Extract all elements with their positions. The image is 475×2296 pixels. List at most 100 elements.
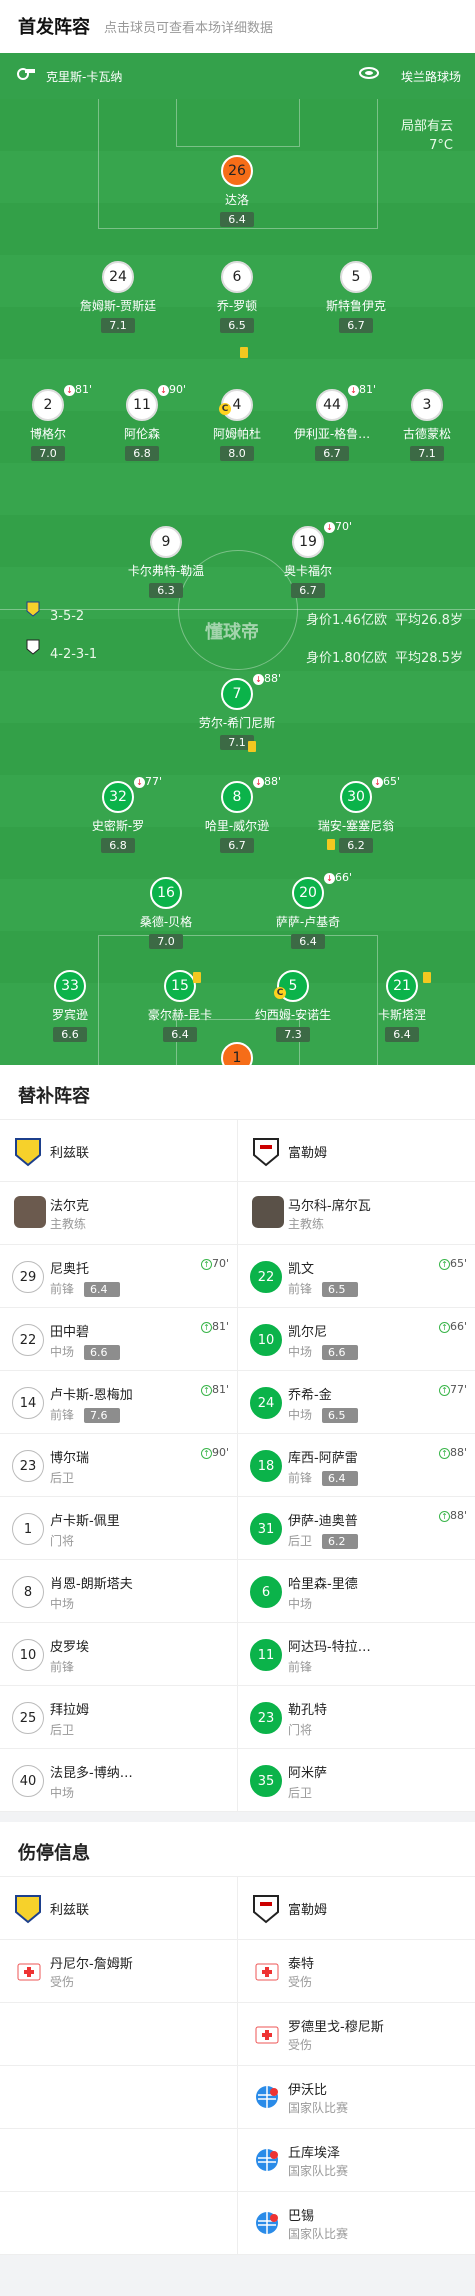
- player-1[interactable]: 1莱诺6.8: [187, 1042, 287, 1065]
- sub-in-icon: ↑: [438, 1510, 450, 1522]
- player-rating: 7.0: [149, 934, 183, 949]
- sub-in-marker: ↑ 88': [438, 1446, 467, 1459]
- player-8[interactable]: 8 哈里-威尔逊 6.7 ↓ 88': [187, 775, 287, 853]
- player-5[interactable]: 5 约西姆-安诺生 7.3: [243, 970, 343, 1042]
- jersey-number: 6: [221, 261, 253, 293]
- player-rating: 6.7: [339, 318, 373, 333]
- sub-player-away[interactable]: 18 库西-阿萨雷 前锋 6.4 ↑ 88': [237, 1434, 475, 1496]
- player-24[interactable]: 24 詹姆斯-贾斯廷 7.1: [68, 261, 168, 333]
- player-rating: 6.4: [291, 934, 325, 949]
- player-5[interactable]: 5 斯特鲁伊克 6.7: [306, 261, 406, 333]
- player-3[interactable]: 3 古德蒙松 7.1: [377, 389, 475, 461]
- away-value: 身价1.80亿欧: [306, 651, 387, 666]
- jersey-number: 23: [250, 1702, 282, 1734]
- player-name: 卡尔弗特-勒温: [127, 564, 205, 578]
- jersey-number: 11: [250, 1639, 282, 1671]
- player-position: 中场: [50, 1345, 75, 1359]
- sub-player-home[interactable]: 10 皮罗埃 前锋: [0, 1623, 237, 1685]
- player-name: 阿米萨: [288, 1766, 328, 1781]
- player-rating: 6.2: [322, 1534, 359, 1549]
- empty-cell: [0, 2066, 237, 2128]
- player-44[interactable]: 44 伊利亚-格鲁… 6.7 ↓ 81': [282, 383, 382, 461]
- player-20[interactable]: 20 萨萨-卢基奇 6.4 ↓ 66': [258, 871, 358, 949]
- player-name: 古德蒙松: [402, 427, 451, 441]
- player-33[interactable]: 33 罗宾逊 6.6: [20, 970, 120, 1042]
- away-coach[interactable]: 马尔科-席尔瓦 主教练: [237, 1182, 475, 1244]
- sub-player-away[interactable]: 22 凯文 前锋 6.5 ↑ 65': [237, 1245, 475, 1307]
- sub-out-icon: ↓: [324, 521, 335, 533]
- sub-player-home[interactable]: 22 田中碧 中场 6.6 ↑ 81': [0, 1308, 237, 1370]
- player-6[interactable]: 6 乔-罗顿 6.5: [187, 261, 287, 333]
- sub-player-away[interactable]: 11 阿达玛-特拉… 前锋: [237, 1623, 475, 1685]
- player-rating: 6.4: [220, 212, 254, 227]
- sub-player-away[interactable]: 10 凯尔尼 中场 6.6 ↑ 66': [237, 1308, 475, 1370]
- sub-off-marker: ↓ 88': [253, 775, 281, 788]
- player-15[interactable]: 15 豪尔赫-昆卡 6.4: [130, 970, 230, 1042]
- player-26[interactable]: 26 达洛 6.4: [187, 155, 287, 227]
- injured-player[interactable]: 丹尼尔-詹姆斯 受伤: [0, 1940, 237, 2002]
- injured-player[interactable]: 丘库埃泽 国家队比赛: [237, 2129, 475, 2191]
- injured-player[interactable]: 伊沃比 国家队比赛: [237, 2066, 475, 2128]
- player-name: 萨萨-卢基奇: [275, 915, 341, 929]
- avatar: [252, 1196, 284, 1228]
- player-name: 劳尔-希门尼斯: [198, 716, 276, 730]
- sub-minute: 88': [449, 1509, 467, 1522]
- injured-player[interactable]: 泰特 受伤: [237, 1940, 475, 2002]
- player-16[interactable]: 16 桑德-贝格 7.0: [116, 877, 216, 949]
- player-4[interactable]: 4 阿姆帕杜 8.0: [187, 389, 287, 461]
- sub-player-home[interactable]: 1 卢卡斯-佩里 门将: [0, 1497, 237, 1559]
- jersey-number: 33: [54, 970, 86, 1002]
- sub-player-home[interactable]: 14 卢卡斯-恩梅加 前锋 7.6 ↑ 81': [0, 1371, 237, 1433]
- player-name: 巴锡: [288, 2209, 315, 2224]
- sub-in-marker: ↑ 77': [438, 1383, 467, 1396]
- coach-role: 主教练: [288, 1217, 325, 1231]
- player-position: 前锋: [50, 1282, 75, 1296]
- player-9[interactable]: 9 卡尔弗特-勒温 6.3: [116, 526, 216, 598]
- pitch: 懂球帝 克里斯-卡瓦纳 埃兰路球场 局部有云 7°C 3-5-2 身价1.46亿…: [0, 53, 475, 1065]
- player-11[interactable]: 11 阿伦森 6.8 ↓ 90': [92, 383, 192, 461]
- sub-player-home[interactable]: 8 肖恩-朗斯塔夫 中场: [0, 1560, 237, 1622]
- sub-player-home[interactable]: 23 博尔瑞 后卫 ↑ 90': [0, 1434, 237, 1496]
- sub-player-away[interactable]: 35 阿米萨 后卫: [237, 1749, 475, 1811]
- sub-minute: 90': [169, 383, 187, 396]
- jersey-number: 23: [12, 1450, 44, 1482]
- player-position: 后卫: [288, 1786, 313, 1800]
- injured-player[interactable]: 罗德里戈-穆尼斯 受伤: [237, 2003, 475, 2065]
- sub-minute: 81': [359, 383, 377, 396]
- sub-player-away[interactable]: 31 伊萨-迪奥普 后卫 6.2 ↑ 88': [237, 1497, 475, 1559]
- away-team-name: 富勒姆: [288, 1146, 328, 1161]
- player-21[interactable]: 21 卡斯塔涅 6.4: [352, 970, 452, 1042]
- sub-out-icon: ↓: [324, 872, 335, 884]
- sub-player-away[interactable]: 24 乔希-金 中场 6.5 ↑ 77': [237, 1371, 475, 1433]
- sub-in-icon: ↑: [200, 1384, 212, 1396]
- sub-player-away[interactable]: 23 勒孔特 门将: [237, 1686, 475, 1748]
- player-2[interactable]: 2 博格尔 7.0 ↓ 81': [0, 383, 98, 461]
- player-rating: 7.6: [84, 1408, 121, 1423]
- fulham-crest-icon: [26, 639, 40, 655]
- jersey-number: 32: [102, 781, 134, 813]
- jersey-number: 6: [250, 1576, 282, 1608]
- player-rating: 6.6: [53, 1027, 87, 1042]
- jersey-number: 19: [292, 526, 324, 558]
- sub-player-home[interactable]: 25 拜拉姆 后卫: [0, 1686, 237, 1748]
- player-32[interactable]: 32 史密斯-罗 6.8 ↓ 77': [68, 775, 168, 853]
- yellow-card-icon: [327, 839, 335, 850]
- sub-player-home[interactable]: 40 法昆多-博纳… 中场: [0, 1749, 237, 1811]
- sub-player-home[interactable]: 29 尼奥托 前锋 6.4 ↑ 70': [0, 1245, 237, 1307]
- yellow-card-icon: [248, 741, 256, 752]
- player-name: 豪尔赫-昆卡: [147, 1008, 213, 1022]
- player-7[interactable]: 7 劳尔-希门尼斯 7.1 ↓ 88': [187, 672, 287, 750]
- sub-player-away[interactable]: 6 哈里森-里德 中场: [237, 1560, 475, 1622]
- yellow-card-icon: [240, 347, 248, 358]
- home-coach[interactable]: 法尔克 主教练: [0, 1182, 237, 1244]
- player-rating: 7.0: [31, 446, 65, 461]
- player-name: 卢卡斯-恩梅加: [50, 1388, 133, 1403]
- player-position: 后卫: [50, 1471, 75, 1485]
- injured-player[interactable]: 巴锡 国家队比赛: [237, 2192, 475, 2254]
- player-name: 丹尼尔-詹姆斯: [50, 1957, 133, 1972]
- player-30[interactable]: 30 瑞安-塞塞尼翁 6.2 ↓ 65': [306, 775, 406, 853]
- globe-icon: [256, 2212, 278, 2234]
- player-rating: 6.2: [339, 838, 373, 853]
- jersey-number: 14: [12, 1387, 44, 1419]
- player-19[interactable]: 19 奥卡福尔 6.7 ↓ 70': [258, 520, 358, 598]
